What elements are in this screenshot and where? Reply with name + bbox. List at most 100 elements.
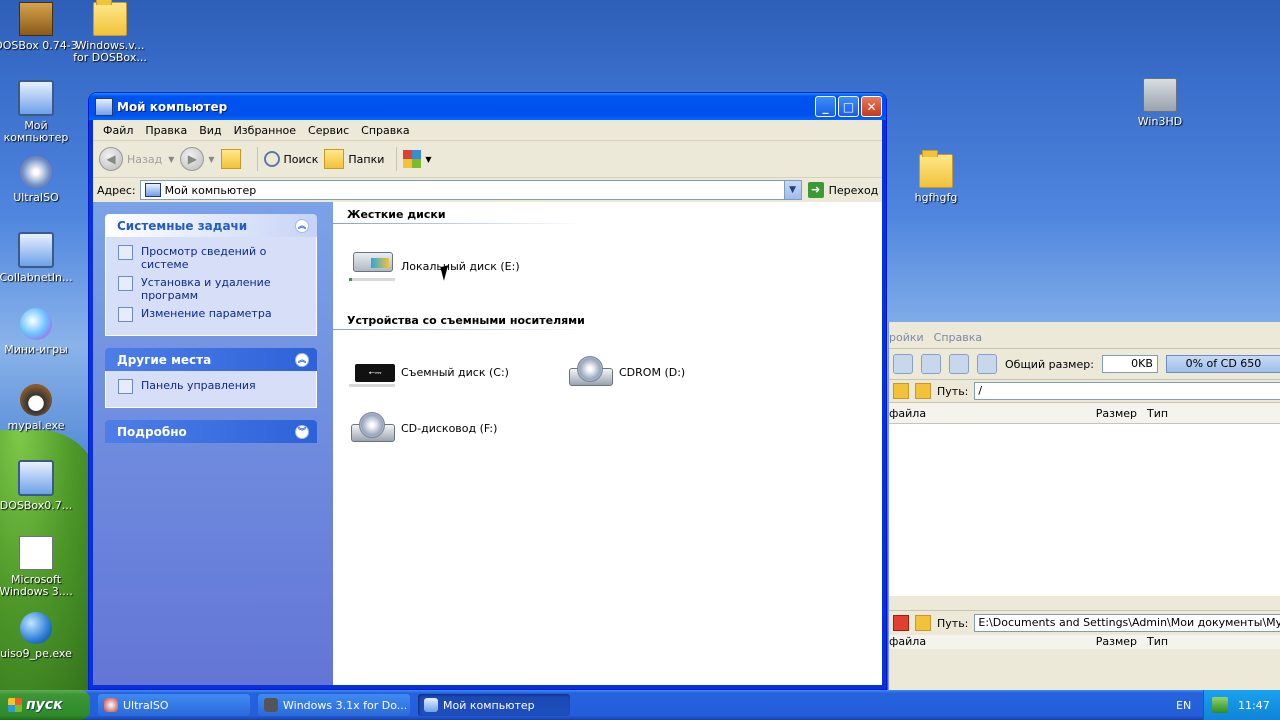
menu-view[interactable]: Вид (193, 124, 227, 137)
dosbox-icon (19, 2, 53, 36)
menu-options[interactable]: ройки (889, 331, 924, 348)
control-panel-link[interactable]: Панель управления (118, 379, 308, 394)
dosbox2-icon (18, 460, 54, 496)
address-label: Адрес: (97, 183, 136, 197)
compress-icon[interactable] (949, 354, 969, 374)
menu-help[interactable]: Справка (934, 331, 982, 348)
search-button[interactable]: Поиск (263, 151, 318, 167)
collapse-chevron-icon[interactable]: ︽ (295, 219, 309, 233)
drive-local-e[interactable]: Локальный диск (E:) (349, 250, 520, 282)
folder-icon[interactable] (915, 615, 931, 631)
col-filename[interactable]: файла (889, 407, 1087, 420)
taskbar-button-my-computer[interactable]: Мой компьютер (418, 694, 570, 716)
explorer-window[interactable]: Мой компьютер _ □ ✕ Файл Правка Вид Избр… (89, 93, 886, 689)
local-col-filename[interactable]: файла (889, 635, 1087, 648)
other-places-header[interactable]: Другие места ︽ (105, 348, 317, 371)
games-icon (20, 308, 52, 340)
local-col-size[interactable]: Размер (1087, 635, 1137, 648)
go-button[interactable]: ➜ Переход (807, 182, 878, 198)
address-dropdown-icon[interactable]: ▼ (783, 181, 801, 199)
ultraiso-path-bar: Путь: / (889, 379, 1280, 402)
local-path-field[interactable]: E:\Documents and Settings\Admin\Мои доку… (974, 614, 1280, 632)
local-path-bar: Путь: E:\Documents and Settings\Admin\Мо… (889, 610, 1280, 635)
language-indicator[interactable]: EN (1176, 699, 1191, 712)
total-size-label: Общий размер: (1005, 357, 1094, 371)
back-dropdown-icon[interactable]: ▼ (168, 155, 174, 164)
info-icon[interactable] (977, 354, 997, 374)
desktop-icon-hgfhgfg[interactable]: hgfhgfg (894, 150, 978, 204)
desktop-icon-collabnet[interactable]: CollabnetIn... (0, 232, 78, 284)
drive-cd-f[interactable]: CD-дисковод (F:) (349, 412, 497, 444)
up-button[interactable] (220, 149, 245, 169)
address-field[interactable]: Мой компьютер ▼ (139, 180, 802, 200)
taskbar-button-ultraiso[interactable]: UltraISO (98, 694, 250, 716)
document-icon (19, 536, 53, 570)
collapse-chevron-icon[interactable]: ︽ (295, 353, 309, 367)
desktop-icon-ultraiso[interactable]: UltraISO (0, 156, 78, 204)
drive-removable-c[interactable]: ⭠⎓ Съемный диск (C:) (349, 356, 509, 388)
back-button[interactable]: ◀ Назад ▼ (99, 147, 174, 171)
desktop-icon-dosbox2[interactable]: DOSBox0.7... (0, 460, 78, 512)
path-label: Путь: (937, 384, 969, 398)
desktop-icon-dosbox[interactable]: DOSBox 0.74-3 (0, 2, 78, 52)
change-setting-link[interactable]: Изменение параметра (118, 307, 308, 322)
folders-button[interactable]: Папки (324, 149, 384, 169)
start-button[interactable]: пуск (0, 690, 90, 720)
menu-help[interactable]: Справка (355, 124, 415, 137)
folder-grey-icon (1143, 78, 1177, 112)
minimize-button[interactable]: _ (815, 96, 836, 117)
my-computer-icon (144, 183, 161, 197)
splitter[interactable] (889, 596, 1280, 610)
menu-edit[interactable]: Правка (139, 124, 193, 137)
delete-icon[interactable] (893, 615, 909, 631)
system-info-icon (118, 245, 133, 260)
window-client: Файл Правка Вид Избранное Сервис Справка… (93, 120, 882, 685)
forward-arrow-icon: ▶ (180, 147, 205, 171)
expand-chevron-icon[interactable]: ︾ (295, 425, 309, 439)
details-header[interactable]: Подробно ︾ (105, 420, 317, 443)
iso-file-list[interactable] (889, 424, 1280, 596)
burn-icon[interactable] (893, 354, 913, 374)
local-col-type[interactable]: Тип (1147, 635, 1168, 648)
views-button[interactable]: ▼ (403, 150, 432, 168)
drive-cdrom-d[interactable]: CDROM (D:) (567, 356, 685, 388)
desktop-icon-my-computer[interactable]: Мой компьютер (0, 80, 78, 144)
desktop-icon-uiso[interactable]: uiso9_pe.exe (0, 612, 78, 660)
add-remove-programs-link[interactable]: Установка и удаление программ (118, 276, 308, 302)
iso-list-header: файла Размер Тип (889, 402, 1280, 424)
col-size[interactable]: Размер (1087, 407, 1137, 420)
cdrom-drive-icon (567, 356, 613, 388)
content-area: Системные задачи ︽ Просмотр сведений о с… (93, 202, 882, 685)
col-type[interactable]: Тип (1147, 407, 1168, 420)
close-button[interactable]: ✕ (861, 96, 882, 117)
taskbar-button-windows31[interactable]: Windows 3.1x for Do... (258, 694, 410, 716)
path-field[interactable]: / (974, 382, 1280, 400)
title-bar[interactable]: Мой компьютер _ □ ✕ (89, 93, 886, 120)
my-computer-icon (424, 698, 438, 712)
other-places-body: Панель управления (105, 371, 317, 408)
forward-button[interactable]: ▶ ▼ (180, 147, 215, 171)
hard-disks-items: Локальный диск (E:) (347, 224, 882, 314)
forward-dropdown-icon[interactable]: ▼ (208, 155, 214, 164)
menu-tools[interactable]: Сервис (302, 124, 355, 137)
safely-remove-icon[interactable] (1212, 697, 1228, 713)
desktop-icon-win3hd[interactable]: Win3HD (1118, 78, 1202, 128)
cd-drive-icon (349, 412, 395, 444)
clock[interactable]: 11:47 (1238, 699, 1270, 712)
mount-icon[interactable] (921, 354, 941, 374)
menu-bar: Файл Правка Вид Избранное Сервис Справка (93, 120, 882, 141)
address-bar: Адрес: Мой компьютер ▼ ➜ Переход (93, 178, 882, 203)
menu-favorites[interactable]: Избранное (228, 124, 302, 137)
maximize-button[interactable]: □ (838, 96, 859, 117)
new-folder-icon[interactable] (893, 383, 909, 399)
system-tray: 11:47 (1203, 690, 1280, 720)
ultraiso-window[interactable]: ройки Справка Общий размер: 0KB 0% of CD… (888, 322, 1280, 694)
desktop-icon-windows-dosbox[interactable]: Windows.v... for DOSBox... (68, 0, 152, 64)
folder-up-icon[interactable] (915, 383, 931, 399)
view-system-info-link[interactable]: Просмотр сведений о системе (118, 245, 308, 271)
desktop-icon-mypal[interactable]: mypal.exe (0, 384, 78, 432)
menu-file[interactable]: Файл (97, 124, 139, 137)
desktop-icon-minigames[interactable]: Мини-игры (0, 308, 78, 356)
desktop-icon-ms-windows[interactable]: Microsoft Windows 3.... (0, 536, 78, 598)
system-tasks-header[interactable]: Системные задачи ︽ (105, 214, 317, 237)
